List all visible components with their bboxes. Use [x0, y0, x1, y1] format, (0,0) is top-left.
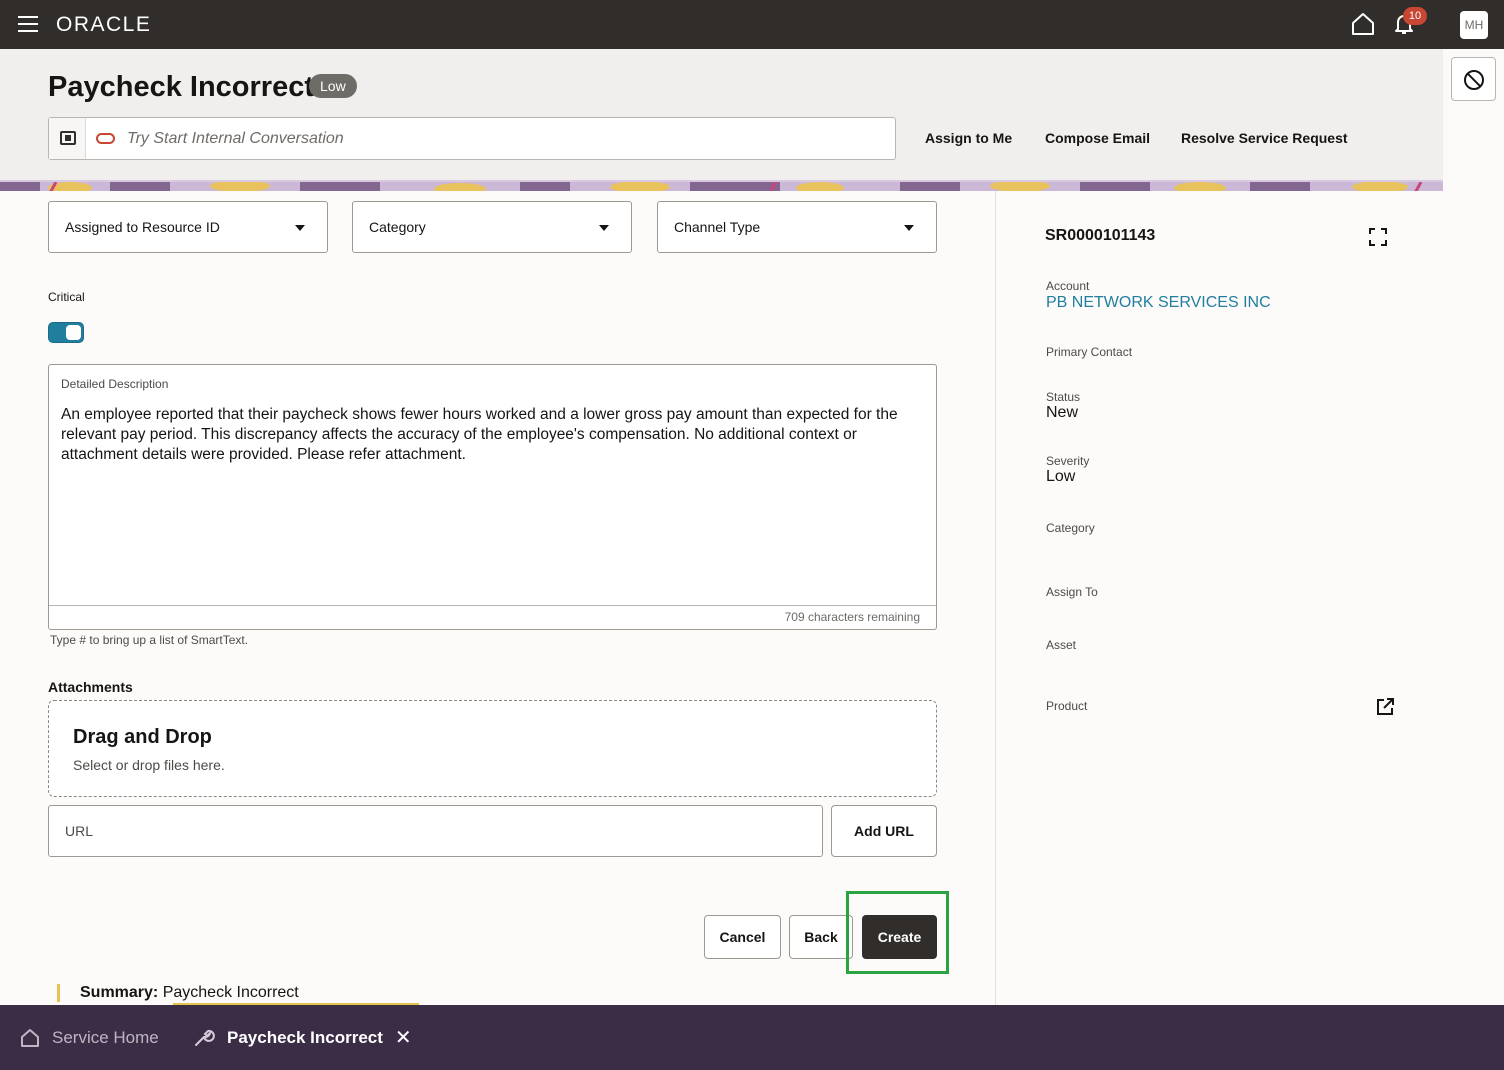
external-link-icon[interactable]	[1376, 698, 1394, 716]
characters-remaining: 709 characters remaining	[784, 610, 920, 624]
oracle-o-icon	[96, 133, 115, 144]
create-form: Assigned to Resource ID Category Channel…	[0, 191, 995, 1005]
block-icon	[1464, 70, 1484, 90]
chevron-down-icon	[599, 225, 609, 231]
conversation-bar[interactable]	[48, 117, 896, 160]
detailed-description-field[interactable]: Detailed Description An employee reporte…	[48, 364, 937, 630]
conversation-panel-icon[interactable]	[49, 118, 86, 159]
cancel-button[interactable]: Cancel	[704, 915, 781, 959]
home-icon	[21, 1028, 39, 1047]
description-label: Detailed Description	[61, 377, 169, 391]
tab-paycheck-incorrect-label: Paycheck Incorrect	[227, 1027, 383, 1047]
top-bar: ORACLE 10 MH	[0, 0, 1504, 49]
smarttext-hint: Type # to bring up a list of SmartText.	[50, 633, 249, 647]
summary-marker	[57, 984, 60, 1002]
create-button-highlight	[846, 891, 949, 974]
page-header: Paycheck Incorrect Low Assign to Me Comp…	[0, 49, 1443, 180]
severity-value: Low	[1046, 468, 1076, 485]
product-label: Product	[1046, 699, 1088, 713]
primary-contact-label: Primary Contact	[1046, 345, 1133, 359]
expand-icon[interactable]	[1369, 228, 1387, 246]
add-url-button[interactable]: Add URL	[831, 805, 937, 857]
account-link[interactable]: PB NETWORK SERVICES INC	[1046, 294, 1271, 312]
dropzone-subtitle: Select or drop files here.	[73, 757, 225, 773]
user-avatar[interactable]: MH	[1460, 11, 1488, 39]
back-button[interactable]: Back	[789, 915, 853, 959]
tab-service-home-label: Service Home	[52, 1027, 159, 1047]
service-request-panel: SR0000101143 Account PB NETWORK SERVICES…	[995, 191, 1443, 1005]
asset-label: Asset	[1046, 638, 1077, 652]
block-button[interactable]	[1451, 57, 1496, 101]
summary-value: Paycheck Incorrect	[158, 984, 299, 1001]
priority-badge: Low	[309, 74, 357, 98]
close-tab-icon[interactable]: ✕	[395, 1025, 412, 1050]
page-title: Paycheck Incorrect	[48, 71, 314, 103]
category-select[interactable]: Category	[352, 201, 632, 253]
notification-count-badge: 10	[1403, 7, 1427, 25]
sr-number: SR0000101143	[1045, 227, 1156, 244]
url-input[interactable]	[65, 806, 805, 856]
attachments-label: Attachments	[48, 679, 133, 695]
status-label: Status	[1046, 390, 1081, 404]
hamburger-menu-icon[interactable]	[18, 16, 38, 32]
account-label: Account	[1046, 279, 1090, 293]
chevron-down-icon	[904, 225, 914, 231]
status-value: New	[1046, 404, 1079, 421]
description-text[interactable]: An employee reported that their paycheck…	[61, 405, 927, 465]
wrench-icon	[195, 1029, 215, 1046]
critical-toggle[interactable]	[48, 322, 84, 343]
channel-type-select[interactable]: Channel Type	[657, 201, 937, 253]
compose-email-button[interactable]: Compose Email	[1045, 130, 1150, 146]
channel-type-label: Channel Type	[674, 219, 761, 235]
summary-line: Summary: Paycheck Incorrect	[80, 984, 299, 1002]
file-dropzone[interactable]: Drag and Drop Select or drop files here.	[48, 700, 937, 797]
description-footer: 709 characters remaining	[49, 605, 936, 629]
assigned-resource-label: Assigned to Resource ID	[65, 219, 220, 235]
tab-service-home[interactable]: Service Home	[20, 1005, 159, 1070]
resolve-service-request-button[interactable]: Resolve Service Request	[1181, 130, 1348, 146]
severity-label: Severity	[1046, 454, 1090, 468]
home-icon[interactable]	[1350, 12, 1376, 36]
tab-paycheck-incorrect[interactable]: Paycheck Incorrect ✕	[193, 1005, 412, 1070]
category-field-label: Category	[1046, 521, 1095, 535]
chevron-down-icon	[295, 225, 305, 231]
assign-to-me-button[interactable]: Assign to Me	[925, 130, 1012, 146]
right-edge-column	[1443, 49, 1504, 1005]
assign-to-label: Assign To	[1046, 585, 1098, 599]
decorative-banner	[0, 180, 1443, 191]
assigned-resource-select[interactable]: Assigned to Resource ID	[48, 201, 328, 253]
critical-label: Critical	[48, 290, 85, 304]
conversation-input[interactable]	[127, 119, 887, 158]
summary-label: Summary:	[80, 984, 159, 1001]
dropzone-title: Drag and Drop	[73, 726, 212, 748]
oracle-logo: ORACLE	[56, 13, 152, 36]
category-label: Category	[369, 219, 426, 235]
bottom-tab-bar: Service Home Paycheck Incorrect ✕	[0, 1005, 1504, 1070]
url-field[interactable]	[48, 805, 823, 857]
